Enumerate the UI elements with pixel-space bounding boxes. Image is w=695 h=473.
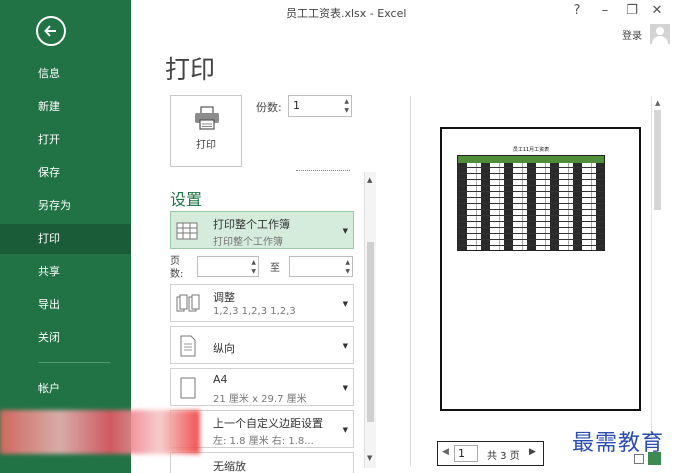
nav-separator [38, 362, 110, 363]
preview-table: 员工11月工资表 [457, 146, 605, 251]
paper-size-dropdown[interactable]: A4 21 厘米 x 29.7 厘米 ▼ [170, 368, 354, 406]
backstage-sidebar: 信息 新建 打开 保存 另存为 打印 共享 导出 关闭 帐户 [0, 0, 131, 473]
settings-scrollbar[interactable]: ▲ ▼ [364, 172, 376, 468]
chevron-down-icon: ▼ [342, 342, 348, 350]
nav-new[interactable]: 新建 [0, 92, 131, 122]
close-button[interactable]: ✕ [649, 3, 665, 18]
arrow-left-icon [44, 25, 56, 37]
chevron-down-icon: ▼ [342, 426, 348, 434]
preview-scrollbar[interactable]: ▲ [651, 96, 663, 442]
total-pages-label: 共 3 页 [487, 451, 520, 462]
sign-in-link[interactable]: 登录 [622, 27, 642, 42]
nav-info[interactable]: 信息 [0, 59, 131, 89]
spin-up-icon[interactable]: ▲ [345, 259, 350, 266]
copies-stepper[interactable]: ▲ ▼ [288, 95, 352, 117]
spin-up-icon[interactable]: ▲ [344, 98, 349, 105]
spin-down-icon[interactable]: ▼ [344, 107, 349, 114]
minimize-button[interactable]: – [597, 3, 613, 18]
redacted-region [0, 410, 200, 454]
nav-share[interactable]: 共享 [0, 257, 131, 287]
page-navigator: ◀ 1 共 3 页 ▶ [437, 441, 544, 466]
scroll-up-icon[interactable]: ▲ [655, 99, 660, 107]
nav-save-as[interactable]: 另存为 [0, 191, 131, 221]
scope-main: 打印整个工作簿 [213, 218, 290, 231]
spin-down-icon[interactable]: ▼ [345, 268, 350, 275]
spin-up-icon[interactable]: ▲ [251, 259, 256, 266]
margins-main: 上一个自定义边距设置 [213, 417, 323, 430]
nav-export[interactable]: 导出 [0, 290, 131, 320]
preview-header-row [458, 156, 604, 163]
scaling-main: 无缩放 [213, 460, 246, 473]
nav-save[interactable]: 保存 [0, 158, 131, 188]
next-page-icon[interactable]: ▶ [529, 447, 536, 457]
preview-grid [457, 155, 605, 251]
scroll-up-icon[interactable]: ▲ [367, 176, 372, 184]
prev-page-icon[interactable]: ◀ [442, 447, 449, 457]
scrollbar-thumb[interactable] [367, 242, 374, 422]
settings-heading: 设置 [170, 190, 203, 209]
paper-main: A4 [213, 373, 228, 386]
portrait-page-icon [180, 335, 196, 357]
copies-label: 份数: [256, 101, 282, 114]
collate-dropdown[interactable]: 调整 1,2,3 1,2,3 1,2,3 ▼ [170, 284, 354, 322]
title-bar: 员工工资表.xlsx - Excel ? – ❐ ✕ [131, 0, 695, 24]
scope-sub: 打印整个工作簿 [213, 237, 283, 248]
print-scope-dropdown[interactable]: 打印整个工作簿 打印整个工作簿 ▼ [170, 211, 354, 249]
pane-divider [410, 96, 411, 466]
nav-open[interactable]: 打开 [0, 125, 131, 155]
collate-pages-icon [176, 294, 200, 312]
back-button[interactable] [36, 16, 66, 46]
page-from-stepper[interactable]: ▲ ▼ [197, 256, 259, 277]
print-button-label: 打印 [196, 140, 216, 151]
chevron-down-icon: ▼ [342, 300, 348, 308]
print-preview-page: 员工11月工资表 [440, 127, 641, 411]
current-page-input[interactable]: 1 [454, 445, 478, 462]
orientation-main: 纵向 [213, 342, 235, 355]
margins-sub: 左: 1.8 厘米 右: 1.8... [213, 436, 314, 447]
scrollbar-thumb[interactable] [654, 110, 661, 210]
nav-print[interactable]: 打印 [0, 224, 131, 254]
chevron-down-icon: ▼ [342, 384, 348, 392]
watermark-text: 最需教育 [572, 431, 665, 456]
copies-input[interactable] [293, 99, 333, 112]
paper-icon [180, 377, 196, 399]
user-icon [656, 27, 664, 35]
scroll-down-icon[interactable]: ▼ [367, 454, 372, 462]
window-title: 员工工资表.xlsx - Excel [286, 7, 407, 20]
nav-close[interactable]: 关闭 [0, 323, 131, 353]
pages-label: 页数: [170, 256, 184, 280]
pages-to-label: 至 [270, 263, 280, 274]
avatar[interactable] [650, 24, 670, 44]
print-button[interactable]: 打印 [170, 95, 242, 167]
printer-section-edge [296, 170, 350, 174]
preview-sheet-title: 员工11月工资表 [512, 147, 550, 153]
paper-sub: 21 厘米 x 29.7 厘米 [213, 394, 307, 405]
nav-account[interactable]: 帐户 [0, 374, 131, 404]
restore-button[interactable]: ❐ [624, 3, 640, 18]
page-title: 打印 [165, 55, 216, 84]
printer-icon [195, 106, 219, 130]
scaling-dropdown[interactable]: 无缩放 [170, 452, 354, 473]
spin-down-icon[interactable]: ▼ [251, 268, 256, 275]
collate-main: 调整 [213, 291, 235, 304]
collate-sub: 1,2,3 1,2,3 1,2,3 [213, 306, 296, 317]
chevron-down-icon: ▼ [342, 227, 348, 235]
help-icon[interactable]: ? [569, 3, 585, 18]
orientation-dropdown[interactable]: 纵向 ▼ [170, 326, 354, 364]
workbook-grid-icon [176, 222, 198, 240]
page-to-stepper[interactable]: ▲ ▼ [289, 256, 353, 277]
